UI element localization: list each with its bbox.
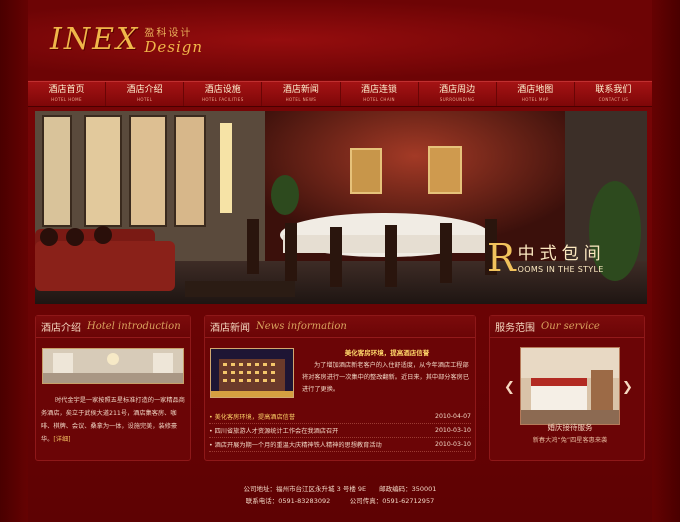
news-item-date: 2010-04-07 — [435, 413, 471, 420]
news-headline-body: 为了增加酒店新老客户的入住舒适度，从今年酒店工程部将对客房进行一次集中的整改翻新… — [302, 362, 470, 393]
news-headline-title[interactable]: 美化客房环境，提高酒店信誉 — [302, 347, 472, 357]
page-container: INEX 盈科设计 Design 酒店首页 HOTEL HOME 酒店介绍 HOTE… — [28, 0, 652, 522]
news-panel: 酒店新闻 News information 美化客房环境，提高酒店信誉 为了增加… — [204, 315, 476, 461]
nav-item-facilities[interactable]: 酒店设施 HOTEL FACILITIES — [184, 82, 263, 106]
nav-item-about[interactable]: 酒店介绍 HOTEL — [106, 82, 185, 106]
nav-sublabel: CONTACT US — [598, 97, 629, 102]
nav-item-home[interactable]: 酒店首页 HOTEL HOME — [28, 82, 107, 106]
intro-hotel-image[interactable] — [42, 348, 184, 384]
page-side-left — [0, 0, 28, 522]
service-image[interactable] — [520, 347, 620, 425]
intro-text: 时代金宇是一家按照五星标准打造的一家精品商务酒店，矣立于武侯大道211号，酒店集… — [41, 394, 187, 446]
news-list-item[interactable]: • 四川省旅游人才资源统计工作会在我酒店召开 2010-03-10 — [209, 424, 471, 438]
news-hotel-image[interactable] — [210, 348, 294, 398]
news-list: • 美化客房环境，提高酒店信誉 2010-04-07 • 四川省旅游人才资源统计工… — [209, 410, 471, 452]
news-item-title: • 酒店开展为期一个月的重温大庆精神铁人精神的思想教育活动 — [209, 442, 382, 449]
nav-sublabel: HOTEL — [137, 97, 153, 102]
page-side-right — [652, 0, 680, 522]
footer-address: 公司地址：福州市台江区永升城 3 号楼 9E 邮政编码：350001 — [243, 485, 437, 493]
hero-chinese-title: 中式包间 — [517, 244, 606, 264]
news-item-title: • 四川省旅游人才资源统计工作会在我酒店召开 — [209, 428, 339, 435]
nav-sublabel: HOTEL FACILITIES — [201, 97, 244, 102]
hero-title: R 中式包间 OOMS IN THE STYLE — [487, 236, 606, 280]
main-nav: 酒店首页 HOTEL HOME 酒店介绍 HOTEL 酒店设施 HOTEL FACIL… — [28, 81, 652, 107]
site-header: INEX 盈科设计 Design — [28, 0, 652, 80]
nav-label: 酒店周边 — [439, 85, 476, 95]
nav-item-surrounding[interactable]: 酒店周边 SURROUNDING — [419, 82, 497, 106]
hero-room-image — [35, 111, 647, 304]
nav-sublabel: HOTEL MAP — [521, 97, 549, 102]
news-item-title: • 美化客房环境，提高酒店信誉 — [209, 414, 296, 421]
nav-item-contact[interactable]: 联系我们 CONTACT US — [575, 82, 652, 106]
nav-sublabel: HOTEL NEWS — [285, 97, 317, 102]
news-heading: 酒店新闻 — [210, 323, 250, 334]
service-subtitle: 新春大鸿“兔”四星客惠来袭 — [532, 437, 608, 444]
news-item-date: 2010-03-10 — [435, 441, 471, 448]
service-panel-header: 服务范围 Our service — [490, 316, 644, 338]
nav-label: 酒店首页 — [48, 85, 85, 95]
news-headline: 美化客房环境，提高酒店信誉 为了增加酒店新老客户的入住舒适度，从今年酒店工程部将… — [302, 347, 472, 396]
intro-heading: 酒店介绍 — [41, 323, 81, 334]
hero-big-letter: R — [487, 236, 516, 280]
chevron-left-icon[interactable]: ❮ — [504, 380, 515, 395]
nav-item-map[interactable]: 酒店地图 HOTEL MAP — [497, 82, 575, 106]
nav-item-chain[interactable]: 酒店连锁 HOTEL CHAIN — [341, 82, 419, 106]
service-caption: 婚庆接待服务 新春大鸿“兔”四星客惠来袭 — [500, 422, 640, 444]
logo-chinese-text: 盈科设计 — [144, 28, 193, 39]
nav-label: 酒店地图 — [517, 85, 554, 95]
nav-item-news[interactable]: 酒店新闻 HOTEL NEWS — [262, 82, 341, 106]
nav-label: 酒店设施 — [204, 85, 241, 95]
service-heading-en: Our service — [541, 321, 600, 332]
nav-label: 酒店连锁 — [361, 85, 398, 95]
service-panel: 服务范围 Our service ❮ ❯ 婚庆接待服务 新春大鸿“兔”四星客惠来… — [489, 315, 645, 461]
nav-sublabel: SURROUNDING — [439, 97, 475, 102]
service-title: 婚庆接待服务 — [547, 423, 593, 432]
intro-panel-header: 酒店介绍 Hotel introduction — [36, 316, 190, 338]
service-heading: 服务范围 — [495, 323, 535, 334]
hero-english-title: OOMS IN THE STYLE — [517, 265, 604, 274]
intro-panel: 酒店介绍 Hotel introduction 时代金宇是一家按照五星标准打造的… — [35, 315, 191, 461]
logo[interactable]: INEX 盈科设计 Design — [50, 22, 203, 57]
nav-sublabel: HOTEL CHAIN — [363, 97, 395, 102]
chevron-right-icon[interactable]: ❯ — [622, 380, 633, 395]
intro-heading-en: Hotel introduction — [87, 321, 181, 332]
lobby-image — [43, 349, 183, 383]
intro-more-link[interactable]: [详细] — [53, 436, 70, 443]
footer-contact: 联系电话：0591-83283092 公司传真：0591-62712957 — [245, 497, 435, 505]
wedding-room-image — [521, 348, 619, 424]
site-footer: 公司地址：福州市台江区永升城 3 号楼 9E 邮政编码：350001 联系电话：… — [28, 483, 652, 507]
hero-banner: R 中式包间 OOMS IN THE STYLE — [35, 111, 647, 304]
news-item-date: 2010-03-10 — [435, 427, 471, 434]
news-heading-en: News information — [256, 321, 347, 332]
logo-main-text: INEX — [50, 22, 140, 57]
nav-sublabel: HOTEL HOME — [51, 97, 82, 102]
news-panel-header: 酒店新闻 News information — [205, 316, 475, 338]
nav-label: 联系我们 — [595, 85, 632, 95]
news-list-item[interactable]: • 美化客房环境，提高酒店信誉 2010-04-07 — [209, 410, 471, 424]
nav-label: 酒店介绍 — [126, 85, 163, 95]
logo-sub-text: Design — [144, 38, 204, 56]
hotel-night-image — [211, 349, 293, 397]
nav-label: 酒店新闻 — [282, 85, 319, 95]
news-list-item[interactable]: • 酒店开展为期一个月的重温大庆精神铁人精神的思想教育活动 2010-03-10 — [209, 438, 471, 452]
